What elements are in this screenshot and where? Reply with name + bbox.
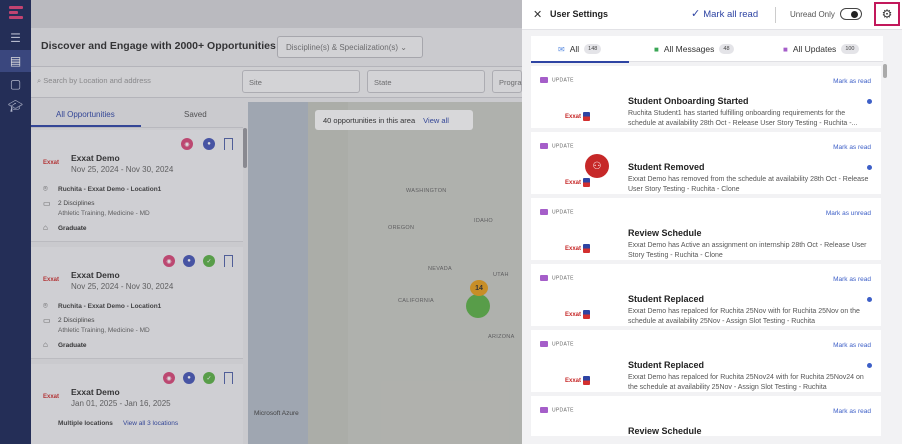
- update-tag: UPDATE: [540, 77, 574, 83]
- user-remove-icon: ⚇: [585, 154, 609, 178]
- drawer-header: ✕ User Settings ✓ Mark all read Unread On…: [522, 0, 902, 30]
- message-icon: ■: [654, 44, 659, 54]
- unread-only-toggle[interactable]: [840, 8, 862, 20]
- gear-icon[interactable]: ⚙: [874, 2, 900, 26]
- update-tag-icon: [540, 341, 548, 347]
- exxat-logo: Exxat: [565, 244, 591, 253]
- notification-item[interactable]: UPDATE Mark as read Review Schedule: [531, 396, 881, 436]
- unread-dot: [867, 363, 872, 368]
- exxat-shield-icon: [583, 310, 591, 319]
- unread-dot: [867, 165, 872, 170]
- tab-count-badge: 100: [841, 44, 859, 54]
- update-tag-label: UPDATE: [552, 77, 574, 84]
- notification-item[interactable]: UPDATE Mark as unread Exxat Review Sched…: [531, 198, 881, 260]
- update-tag-icon: [540, 275, 548, 281]
- check-icon: ✓: [691, 8, 701, 20]
- notification-description: Exxat Demo has removed from the schedule…: [628, 176, 869, 193]
- update-tag: UPDATE: [540, 407, 574, 413]
- mark-as-read-link[interactable]: Mark as read: [833, 342, 871, 349]
- update-tag-icon: [540, 407, 548, 413]
- tab-active-indicator: [531, 61, 629, 63]
- notification-scrollbar[interactable]: [883, 64, 887, 78]
- update-tag-label: UPDATE: [552, 341, 574, 348]
- mark-as-read-link[interactable]: Mark as read: [833, 144, 871, 151]
- mark-all-read-label: Mark all read: [703, 9, 759, 20]
- tab-label: All Messages: [663, 44, 715, 54]
- exxat-shield-icon: [583, 376, 591, 385]
- exxat-logo: Exxat: [565, 178, 591, 187]
- exxat-shield-icon: [583, 244, 591, 253]
- logo-text: Exxat: [565, 114, 582, 121]
- exxat-shield-icon: [583, 112, 591, 121]
- all-tab-icon: ✉: [558, 44, 565, 54]
- exxat-shield-icon: [583, 178, 591, 187]
- user-settings-drawer: ✕ User Settings ✓ Mark all read Unread On…: [522, 0, 902, 444]
- update-tag-label: UPDATE: [552, 143, 574, 150]
- update-tag: UPDATE: [540, 341, 574, 347]
- mark-all-read-button[interactable]: ✓ Mark all read: [691, 7, 758, 20]
- mark-as-read-link[interactable]: Mark as read: [833, 276, 871, 283]
- update-tag-label: UPDATE: [552, 275, 574, 282]
- exxat-logo: Exxat: [565, 376, 591, 385]
- update-icon: ■: [783, 44, 788, 54]
- notification-description: Ruchita Student1 has started fulfilling …: [628, 110, 858, 127]
- tab-label: All Updates: [792, 44, 837, 54]
- close-icon[interactable]: ✕: [533, 8, 542, 21]
- tab-all-messages[interactable]: ■ All Messages 48: [654, 36, 734, 62]
- drawer-title: User Settings: [550, 9, 609, 19]
- notification-title: Review Schedule: [628, 228, 702, 238]
- notification-item[interactable]: UPDATE Mark as read ⚇ Exxat Student Remo…: [531, 132, 881, 194]
- notification-title: Student Onboarding Started: [628, 96, 749, 106]
- logo-text: Exxat: [565, 378, 582, 385]
- notification-description: Exxat Demo has repalced for Ruchita 25No…: [628, 308, 860, 325]
- update-tag: UPDATE: [540, 209, 574, 215]
- notification-description: Exxat Demo has repalced for Ruchita 25No…: [628, 374, 864, 391]
- mark-as-read-link[interactable]: Mark as read: [833, 78, 871, 85]
- tab-count-badge: 48: [719, 44, 734, 54]
- logo-text: Exxat: [565, 312, 582, 319]
- unread-only-label: Unread Only: [790, 10, 835, 19]
- notification-item[interactable]: UPDATE Mark as read Exxat Student Replac…: [531, 330, 881, 392]
- notification-item[interactable]: UPDATE Mark as read Exxat Student Replac…: [531, 264, 881, 326]
- logo-text: Exxat: [565, 246, 582, 253]
- tab-all[interactable]: ✉ All 148: [558, 36, 602, 62]
- modal-backdrop[interactable]: [0, 0, 522, 444]
- update-tag-icon: [540, 77, 548, 83]
- notification-tabs: ✉ All 148 ■ All Messages 48 ■ All Updates 100: [531, 36, 883, 62]
- update-tag-label: UPDATE: [552, 407, 574, 414]
- mark-as-unread-link[interactable]: Mark as unread: [826, 210, 871, 217]
- tab-label: All: [569, 44, 580, 54]
- exxat-logo: Exxat: [565, 310, 591, 319]
- header-divider: [775, 7, 776, 23]
- tab-count-badge: 148: [584, 44, 602, 54]
- mark-as-read-link[interactable]: Mark as read: [833, 408, 871, 415]
- update-tag-label: UPDATE: [552, 209, 574, 216]
- notification-item[interactable]: UPDATE Mark as read Exxat Student Onboar…: [531, 66, 881, 128]
- notification-title: Student Removed: [628, 162, 705, 172]
- update-tag-icon: [540, 209, 548, 215]
- notification-title: Student Replaced: [628, 294, 705, 304]
- unread-dot: [867, 297, 872, 302]
- update-tag: UPDATE: [540, 143, 574, 149]
- unread-dot: [867, 99, 872, 104]
- notification-title: Student Replaced: [628, 360, 705, 370]
- logo-text: Exxat: [565, 180, 582, 187]
- exxat-logo: Exxat: [565, 112, 591, 121]
- update-tag-icon: [540, 143, 548, 149]
- notification-description: Exxat Demo has Active an assignment on i…: [628, 242, 867, 259]
- tab-all-updates[interactable]: ■ All Updates 100: [783, 36, 859, 62]
- update-tag: UPDATE: [540, 275, 574, 281]
- notification-list: UPDATE Mark as read Exxat Student Onboar…: [531, 64, 881, 436]
- notification-title: Review Schedule: [628, 426, 702, 436]
